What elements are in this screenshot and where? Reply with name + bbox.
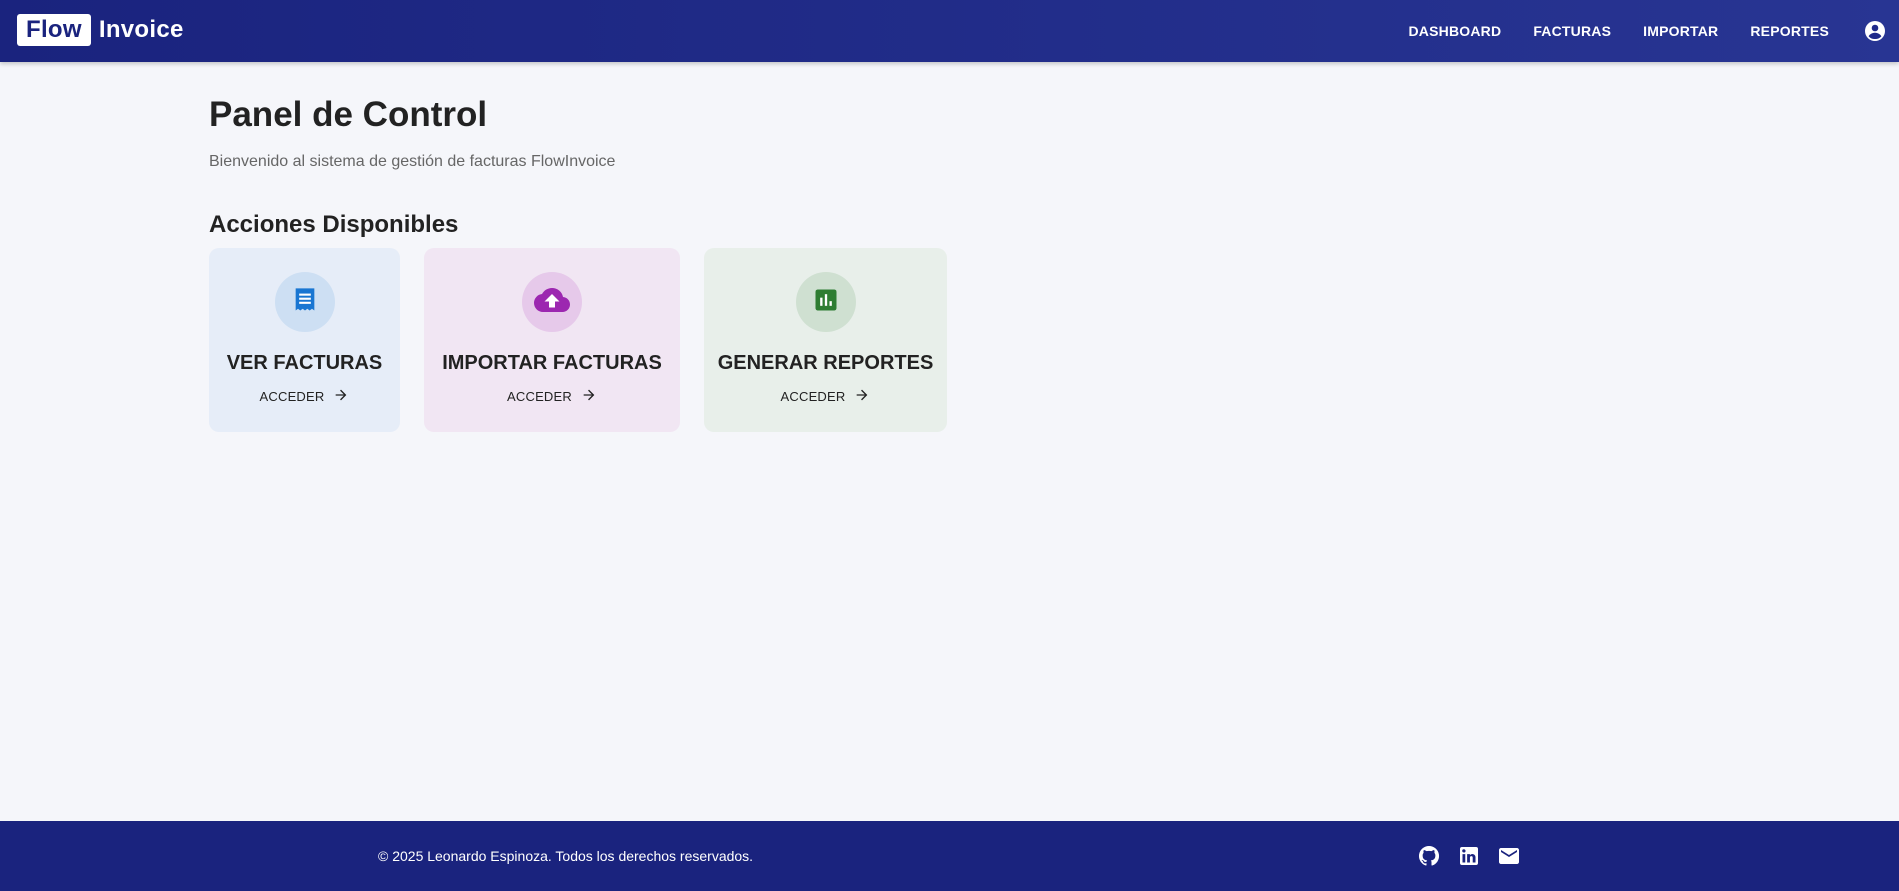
- page-title: Panel de Control: [209, 95, 488, 134]
- copyright-text: © 2025 Leonardo Espinoza. Todos los dere…: [378, 848, 754, 864]
- account-circle-icon[interactable]: [1863, 19, 1887, 43]
- card-title: VER FACTURAS: [226, 352, 383, 374]
- card-icon-circle: [795, 272, 856, 332]
- page-subtitle: Bienvenido al sistema de gestión de fact…: [209, 153, 616, 170]
- card-action-button[interactable]: ACCEDER: [260, 387, 350, 406]
- card-icon-circle: [522, 272, 582, 332]
- app-bar: Flow Invoice DASHBOARD FACTURAS IMPORTAR…: [0, 0, 1899, 62]
- logo[interactable]: Flow Invoice: [17, 14, 184, 46]
- nav-reportes[interactable]: REPORTES: [1750, 23, 1829, 39]
- card-ver-facturas[interactable]: VER FACTURAS ACCEDER: [209, 248, 400, 432]
- card-title: IMPORTAR FACTURAS: [442, 352, 662, 374]
- card-action-button[interactable]: ACCEDER: [781, 387, 871, 406]
- main-nav: DASHBOARD FACTURAS IMPORTAR REPORTES: [1377, 0, 1830, 62]
- footer: © 2025 Leonardo Espinoza. Todos los dere…: [0, 821, 1899, 891]
- bar-chart-icon: [812, 286, 840, 319]
- mail-icon[interactable]: [1497, 844, 1521, 868]
- card-icon-circle: [274, 272, 335, 332]
- linkedin-icon[interactable]: [1457, 844, 1481, 868]
- card-generar-reportes[interactable]: GENERAR REPORTES ACCEDER: [704, 248, 947, 432]
- receipt-icon: [291, 286, 319, 319]
- card-action-button[interactable]: ACCEDER: [507, 387, 597, 406]
- arrow-right-icon: [572, 387, 597, 406]
- logo-box: Flow: [17, 14, 91, 46]
- card-action-label: ACCEDER: [507, 389, 572, 404]
- logo-text: Invoice: [98, 16, 184, 43]
- card-action-label: ACCEDER: [780, 389, 846, 404]
- card-title: GENERAR REPORTES: [717, 352, 934, 374]
- card-importar-facturas[interactable]: IMPORTAR FACTURAS ACCEDER: [424, 248, 680, 432]
- section-title: Acciones Disponibles: [209, 211, 459, 238]
- arrow-right-icon: [324, 387, 349, 406]
- nav-facturas[interactable]: FACTURAS: [1533, 23, 1611, 39]
- nav-importar[interactable]: IMPORTAR: [1643, 23, 1718, 39]
- arrow-right-icon: [845, 387, 870, 406]
- card-action-label: ACCEDER: [259, 389, 325, 404]
- nav-dashboard[interactable]: DASHBOARD: [1409, 23, 1502, 39]
- github-icon[interactable]: [1417, 844, 1441, 868]
- cloud-upload-icon: [534, 282, 570, 323]
